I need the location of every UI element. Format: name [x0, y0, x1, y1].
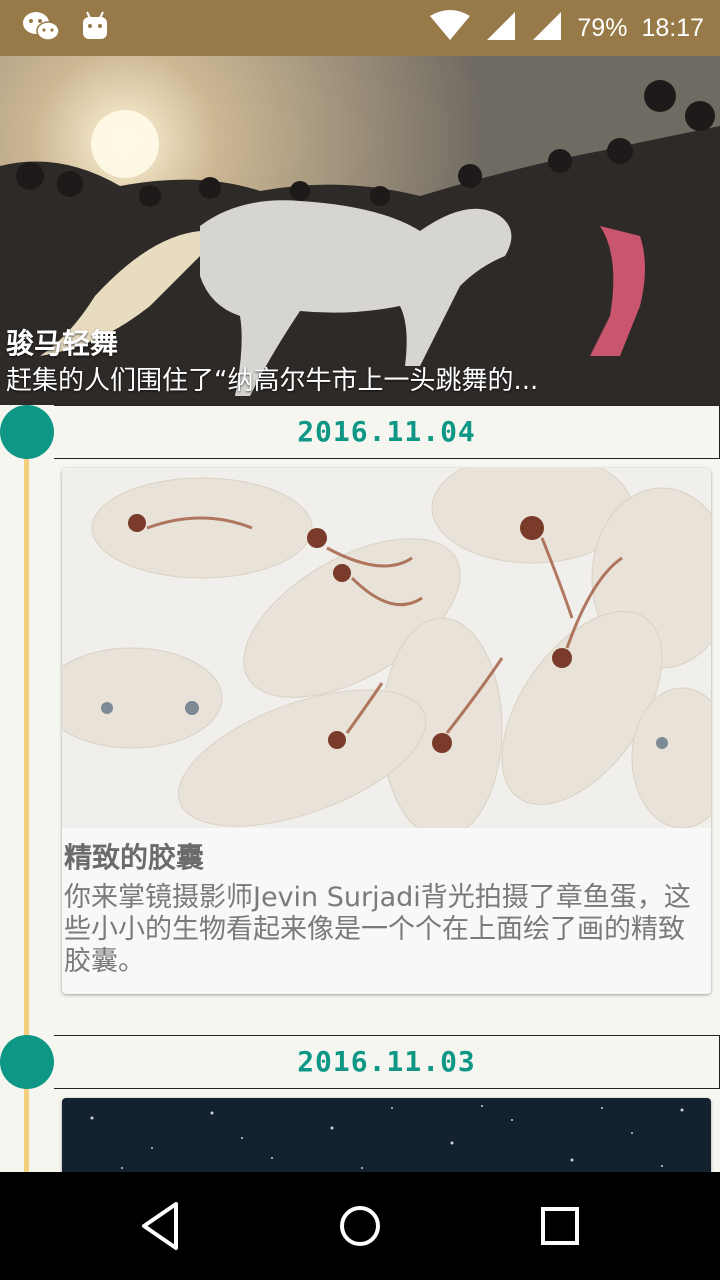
timeline-dot	[0, 1035, 54, 1089]
navigation-bar	[0, 1172, 720, 1280]
date-header: 2016.11.03	[54, 1035, 720, 1089]
article-card[interactable]	[62, 1098, 711, 1172]
android-icon	[80, 10, 110, 46]
card-image	[62, 468, 711, 828]
timeline-list[interactable]: 2016.11.04 精致的胶囊 你来掌镜摄影师Jevin Surjadi背光拍…	[0, 405, 720, 1172]
clock: 18:17	[641, 13, 704, 42]
signal-icon	[531, 10, 563, 46]
recents-icon[interactable]	[530, 1200, 590, 1252]
timeline-dot	[0, 405, 54, 459]
card-title: 精致的胶囊	[64, 841, 205, 874]
hero-subtitle: 赶集的人们围住了“纳高尔牛市上一头跳舞的...	[6, 366, 539, 396]
article-card[interactable]: 精致的胶囊 你来掌镜摄影师Jevin Surjadi背光拍摄了章鱼蛋，这些小小的…	[62, 468, 711, 994]
back-icon[interactable]	[130, 1200, 190, 1252]
hero-banner[interactable]: 骏马轻舞 赶集的人们围住了“纳高尔牛市上一头跳舞的...	[0, 56, 720, 405]
card-description: 你来掌镜摄影师Jevin Surjadi背光拍摄了章鱼蛋，这些小小的生物看起来像…	[64, 882, 691, 977]
signal-icon	[485, 10, 517, 46]
hero-title: 骏马轻舞	[6, 327, 119, 360]
status-bar: 79% 18:17	[0, 0, 720, 56]
wifi-icon	[429, 10, 471, 46]
battery-percent: 79%	[577, 13, 628, 42]
card-image	[62, 1098, 711, 1172]
home-icon[interactable]	[330, 1200, 390, 1252]
wechat-icon	[22, 10, 60, 46]
date-header: 2016.11.04	[54, 405, 720, 459]
